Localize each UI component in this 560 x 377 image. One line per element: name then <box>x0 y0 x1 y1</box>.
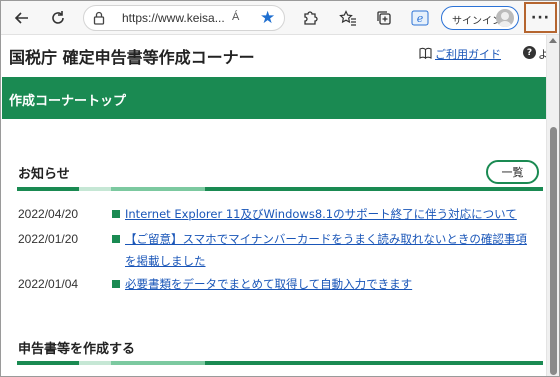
page-scrollbar[interactable] <box>546 35 559 376</box>
list-item: 2022/04/20 Internet Explorer 11及びWindows… <box>18 203 538 225</box>
site-title: 国税庁 確定申告書等作成コーナー <box>9 48 255 67</box>
news-link[interactable]: Internet Explorer 11及びWindows8.1のサポート終了に… <box>125 203 517 225</box>
notices-list-button[interactable]: 一覧 <box>486 160 539 184</box>
create-heading: 申告書等を作成する <box>18 342 136 357</box>
signin-label: サインイン <box>452 16 502 27</box>
address-bar[interactable]: https://www.keisa... Á ★ <box>83 5 285 31</box>
create-heading-underline <box>17 361 543 365</box>
news-link[interactable]: 必要書類をデータでまとめて取得して自動入力できます <box>125 273 412 295</box>
user-guide-link[interactable]: ご利用ガイド <box>435 46 501 62</box>
news-link-continued[interactable]: を掲載しました <box>125 250 206 272</box>
help-icon[interactable]: ? <box>523 46 536 59</box>
news-date: 2022/01/04 <box>18 277 79 291</box>
refresh-button[interactable] <box>45 5 71 31</box>
collections-icon <box>377 11 391 25</box>
site-header: 国税庁 確定申告書等作成コーナー ご利用ガイド ? よ <box>1 35 546 75</box>
read-aloud-icon[interactable]: Á <box>232 11 239 23</box>
bullet-icon <box>112 210 120 218</box>
back-button[interactable] <box>9 5 35 31</box>
news-link[interactable]: 【ご留意】スマホでマイナンバーカードをうまく読み取れないときの確認事項 <box>125 228 527 250</box>
news-date: 2022/04/20 <box>18 207 79 221</box>
refresh-icon <box>52 11 64 24</box>
list-item: 2022/01/20 【ご留意】スマホでマイナンバーカードをうまく読み取れないと… <box>18 228 538 272</box>
extensions-button[interactable] <box>297 5 323 31</box>
favorite-star-icon[interactable]: ★ <box>260 8 275 28</box>
browser-toolbar: https://www.keisa... Á ★ e サインイン ··· <box>1 1 559 35</box>
page-banner: 作成コーナートップ <box>2 77 546 119</box>
browser-window: https://www.keisa... Á ★ e サインイン ··· 国税… <box>0 0 560 377</box>
favorites-button[interactable] <box>335 5 361 31</box>
ie-mode-button[interactable]: e <box>407 5 433 31</box>
signin-button[interactable]: サインイン <box>441 6 519 30</box>
url-text[interactable]: https://www.keisa... <box>122 11 225 25</box>
notices-heading-underline <box>17 187 543 191</box>
favorites-list-icon <box>339 10 356 26</box>
news-date: 2022/01/20 <box>18 232 79 246</box>
banner-title: 作成コーナートップ <box>9 94 127 109</box>
collections-button[interactable] <box>371 5 397 31</box>
arrow-left-icon <box>14 12 28 24</box>
book-icon[interactable] <box>419 47 432 59</box>
puzzle-icon <box>304 11 318 25</box>
notices-heading: お知らせ <box>18 167 70 182</box>
svg-text:e: e <box>417 12 424 25</box>
avatar <box>496 9 514 27</box>
scroll-up-arrow-icon[interactable] <box>549 38 557 43</box>
scroll-thumb[interactable] <box>550 127 557 375</box>
settings-more-button[interactable]: ··· <box>524 2 557 33</box>
lock-icon[interactable] <box>92 11 106 25</box>
bullet-icon <box>112 280 120 288</box>
ie-mode-icon: e <box>411 10 429 26</box>
list-item: 2022/01/04 必要書類をデータでまとめて取得して自動入力できます <box>18 273 538 295</box>
bullet-icon <box>112 235 120 243</box>
web-page: 国税庁 確定申告書等作成コーナー ご利用ガイド ? よ 作成コーナートップ お知… <box>1 35 546 376</box>
help-link[interactable]: よ <box>538 46 546 62</box>
